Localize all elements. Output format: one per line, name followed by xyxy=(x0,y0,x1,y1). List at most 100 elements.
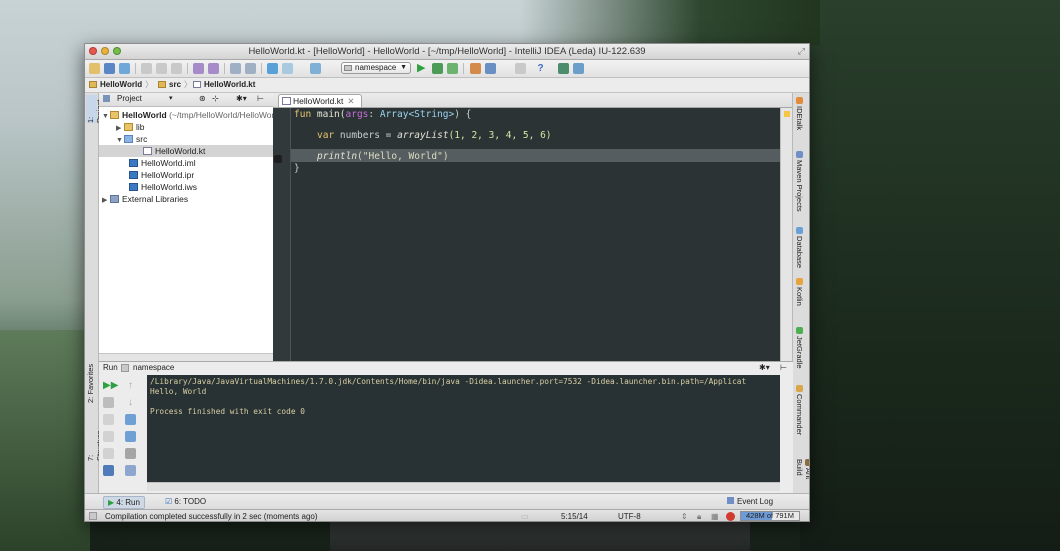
copy-icon[interactable] xyxy=(156,63,167,74)
tree-item-lib[interactable]: ▶ lib xyxy=(116,121,145,133)
fold-marker-icon[interactable] xyxy=(274,155,282,163)
tab-todo[interactable]: ☑ 6: TODO xyxy=(161,496,210,507)
console-line: /Library/Java/JavaVirtualMachines/1.7.0.… xyxy=(150,377,747,386)
memory-indicator[interactable]: 428M of 791M xyxy=(740,511,800,521)
tree-item-iml[interactable]: HelloWorld.iml xyxy=(129,157,196,169)
source-folder-icon xyxy=(124,135,133,143)
help-icon[interactable]: ? xyxy=(535,63,546,74)
gradle-icon xyxy=(795,327,803,334)
project-structure-icon[interactable] xyxy=(485,63,496,74)
file-encoding[interactable]: UTF-8 xyxy=(618,510,641,521)
tree-item-project-root[interactable]: ▼ HelloWorld (~/tmp/HelloWorld/HelloWorld… xyxy=(102,109,284,121)
clear-icon[interactable] xyxy=(125,465,136,476)
forward-icon[interactable] xyxy=(282,63,293,74)
collapse-all-icon[interactable]: ⊹ xyxy=(212,94,219,103)
tab-database[interactable]: Database xyxy=(795,227,804,268)
tab-commander[interactable]: Commander xyxy=(795,385,804,435)
gear-icon[interactable]: ✱▾ xyxy=(236,94,247,103)
background-trees xyxy=(800,0,1060,551)
caret-position[interactable]: 5:15/14 xyxy=(561,510,588,521)
todo-icon: ☑ xyxy=(165,497,175,506)
scroll-from-source-icon[interactable]: ⊛ xyxy=(199,94,206,103)
tree-item-iws[interactable]: HelloWorld.iws xyxy=(129,181,197,193)
tab-event-log[interactable]: Event Log xyxy=(723,496,777,507)
tree-item-src[interactable]: ▼ src xyxy=(116,133,147,145)
save-icon[interactable] xyxy=(104,63,115,74)
console-output[interactable]: /Library/Java/JavaVirtualMachines/1.7.0.… xyxy=(147,375,780,482)
redo-icon[interactable] xyxy=(208,63,219,74)
run-toolbar: ▶▶ ↑ ↓ xyxy=(99,374,146,494)
tab-structure[interactable]: 7: Structure xyxy=(86,429,104,461)
coverage-icon[interactable] xyxy=(447,63,458,74)
rerun-icon[interactable]: ▶▶ xyxy=(103,380,118,391)
tree-item-ipr[interactable]: HelloWorld.ipr xyxy=(129,169,194,181)
tree-item-helloworld-kt[interactable]: HelloWorld.kt xyxy=(99,145,273,157)
scroll-to-end-icon[interactable] xyxy=(125,431,136,442)
vcs-icon[interactable] xyxy=(515,63,526,74)
module-file-icon xyxy=(129,159,138,167)
tab-idetalk[interactable]: IDEtalk xyxy=(795,97,804,130)
up-arrow-icon[interactable]: ↑ xyxy=(125,380,136,391)
replace-icon[interactable] xyxy=(245,63,256,74)
debug-icon[interactable] xyxy=(432,63,443,74)
tab-project[interactable]: 1: Project xyxy=(86,95,104,123)
background-road xyxy=(330,520,750,551)
run-config-tab[interactable]: namespace xyxy=(133,362,174,374)
kotlin-icon xyxy=(795,278,803,285)
tab-kotlin[interactable]: Kotlin xyxy=(795,278,804,306)
tab-maven-projects[interactable]: Maven Projects xyxy=(795,151,804,212)
run-config-icon xyxy=(121,364,129,372)
hide-panel-icon[interactable]: ⊢ xyxy=(257,94,264,103)
tab-favorites[interactable]: 2: Favorites xyxy=(86,363,97,403)
close-tab-icon[interactable]: ✕ xyxy=(347,96,354,106)
toggle-tool-windows-icon[interactable] xyxy=(89,512,97,520)
resize-icon[interactable]: ⤢ xyxy=(798,46,805,57)
encoding-switch-icon[interactable]: ⇕ xyxy=(681,510,688,521)
breadcrumb-file[interactable]: HelloWorld.kt xyxy=(193,80,255,90)
stop-icon[interactable] xyxy=(103,397,114,408)
breadcrumb-project[interactable]: HelloWorld 〉 xyxy=(89,80,153,90)
tasks-icon[interactable] xyxy=(558,63,569,74)
status-progress-icon: ▭ xyxy=(521,512,529,521)
print-icon[interactable] xyxy=(125,448,136,459)
hide-panel-icon[interactable]: ⊢ xyxy=(780,362,787,374)
error-indicator-icon[interactable] xyxy=(726,512,735,521)
down-arrow-icon[interactable]: ↓ xyxy=(125,397,136,408)
tree-item-external-libraries[interactable]: ▶ External Libraries xyxy=(102,193,188,205)
find-icon[interactable] xyxy=(230,63,241,74)
pause-icon[interactable] xyxy=(103,414,114,425)
run-icon[interactable]: ▶ xyxy=(417,63,428,74)
paste-icon[interactable] xyxy=(171,63,182,74)
exit-icon[interactable] xyxy=(103,448,114,459)
tab-ant-build[interactable]: Ant Build xyxy=(795,459,809,493)
chevron-down-icon[interactable]: ▾ xyxy=(169,94,173,102)
console-hscrollbar[interactable] xyxy=(147,482,780,491)
project-view-select[interactable]: Project xyxy=(117,94,142,103)
sync-icon[interactable] xyxy=(119,63,130,74)
kotlin-file-icon xyxy=(143,147,152,155)
gear-icon[interactable]: ✱▾ xyxy=(759,362,770,374)
breadcrumb-src[interactable]: src 〉 xyxy=(158,80,192,90)
dump-threads-icon[interactable] xyxy=(103,431,114,442)
project-hscrollbar[interactable] xyxy=(99,353,273,361)
inspection-status-icon xyxy=(784,111,790,117)
database-icon xyxy=(795,227,803,234)
lock-icon[interactable]: 🔒︎ xyxy=(697,510,701,521)
tab-run[interactable]: ▶ 4: Run xyxy=(103,496,145,509)
cut-icon[interactable] xyxy=(141,63,152,74)
undo-icon[interactable] xyxy=(193,63,204,74)
tab-helloworld-kt[interactable]: HelloWorld.kt ✕ xyxy=(278,94,362,107)
context-icon[interactable] xyxy=(573,63,584,74)
layout-icon[interactable] xyxy=(103,465,114,476)
run-config-select[interactable]: namespace ▼ xyxy=(341,62,411,74)
git-icon[interactable]: ▦ xyxy=(711,510,719,521)
open-icon[interactable] xyxy=(89,63,100,74)
back-icon[interactable] xyxy=(267,63,278,74)
expanded-arrow-icon: ▼ xyxy=(102,113,109,120)
make-icon[interactable] xyxy=(310,63,321,74)
tab-jetgradle[interactable]: JetGradle xyxy=(795,327,804,369)
soft-wrap-icon[interactable] xyxy=(125,414,136,425)
settings-icon[interactable] xyxy=(470,63,481,74)
code-editor[interactable]: fun main(args: Array<String>) { var numb… xyxy=(291,108,781,361)
console-line: Hello, World xyxy=(150,387,207,396)
